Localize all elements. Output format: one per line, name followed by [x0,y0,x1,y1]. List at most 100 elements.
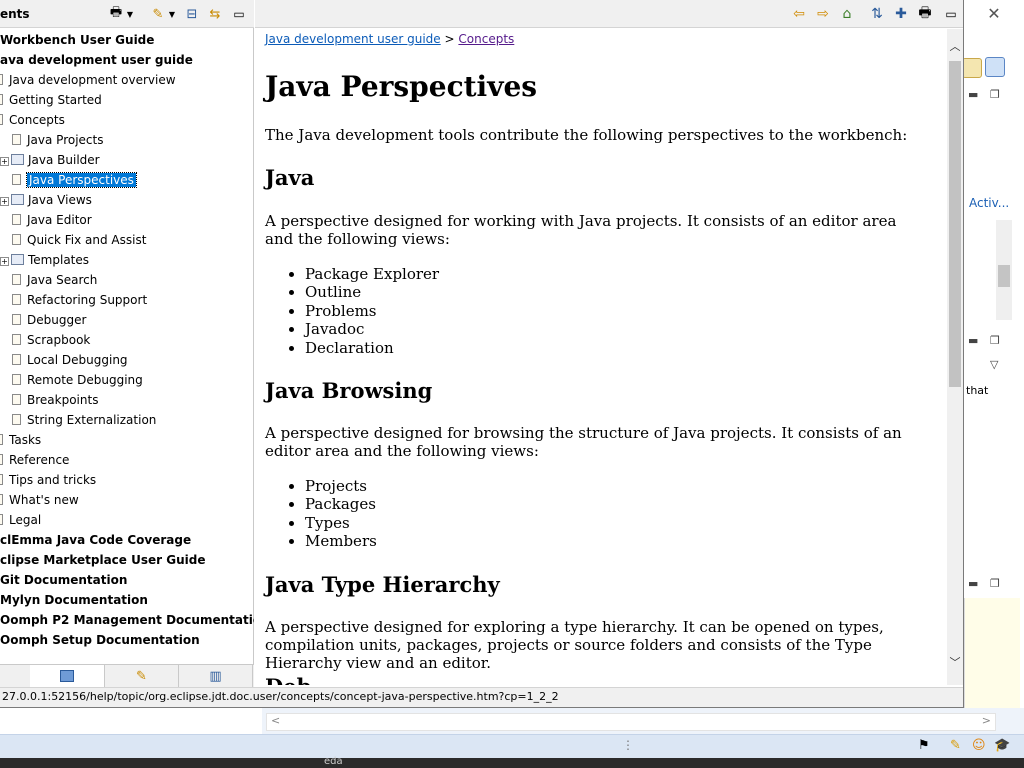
toc-item[interactable]: Quick Fix and Assist [12,231,146,250]
toc-item[interactable]: Oomph P2 Management Documentation [0,611,254,630]
maximize-icon[interactable]: ❐ [990,334,1000,347]
dropdown-icon[interactable]: ▼ [162,5,182,23]
toc-item[interactable]: Breakpoints [12,391,98,410]
toc-item[interactable]: Tasks [0,431,41,450]
topic-icon [12,134,21,145]
learn-icon[interactable]: 🎓 [994,738,1010,753]
scroll-right-icon[interactable]: > [982,714,991,727]
toc-item[interactable]: Reference [0,451,69,470]
toc-item[interactable]: Mylyn Documentation [0,591,148,610]
index-tab-icon: ✎ [136,668,147,684]
toc-item-label: clipse Marketplace User Guide [0,553,206,567]
minimize-icon[interactable]: ▬ [968,88,978,101]
tab-index[interactable]: ✎ [105,665,179,687]
toc-item[interactable]: Java Perspectives [12,171,137,190]
toc-item-label: Java Search [27,273,98,287]
notification-icon[interactable]: ⚑ [918,738,930,753]
browsing-views-list: Projects Packages Types Members [305,477,377,551]
toc-item[interactable]: Java Projects [12,131,103,150]
toc-item[interactable]: + Java Views [0,191,92,210]
expand-icon[interactable]: + [0,157,9,166]
topic-icon [12,214,21,225]
expand-icon[interactable]: + [0,257,9,266]
maximize-icon[interactable]: ▭ [229,5,249,23]
content-toolbar: ⇦ ⇨ ⌂ ⇅ ✚ 🖶 ▭ [255,0,963,28]
close-icon[interactable]: ✕ [984,4,1004,24]
toc-item[interactable]: clipse Marketplace User Guide [0,551,205,570]
taskbar-item[interactable]: eda [324,756,343,767]
content-scrollbar-thumb[interactable] [949,61,961,387]
workbench-status-bar: ⋮ ⚑ ✎ ☺ 🎓 [0,734,1024,758]
toc-item[interactable]: Oomph Setup Documentation [0,631,200,650]
intro-paragraph: The Java development tools contribute th… [265,126,908,144]
content-scrollbar[interactable]: ︿ ﹀ [947,29,963,685]
maximize-icon[interactable]: ❐ [990,88,1000,101]
scroll-left-icon[interactable]: < [271,714,280,727]
forward-arrow-icon[interactable]: ⇨ [813,5,833,23]
collapse-all-icon[interactable]: ⊟ [182,5,202,23]
topic-icon [0,474,3,485]
activity-link[interactable]: Activ... [969,196,1009,210]
link-with-contents-icon[interactable]: ⇆ [205,5,225,23]
list-item: Packages [305,495,377,513]
home-icon[interactable]: ⌂ [837,5,857,23]
toc-item[interactable]: Debugger [12,311,86,330]
show-in-toc-icon[interactable]: ⇅ [867,5,887,23]
minimize-icon[interactable]: ▬ [968,577,978,590]
toc-item[interactable]: Local Debugging [12,351,128,370]
list-item: Problems [305,302,439,320]
status-url: 27.0.0.1:52156/help/topic/org.eclipse.jd… [0,687,963,707]
toc-item[interactable]: Remote Debugging [12,371,143,390]
topic-icon [0,454,3,465]
list-item: Types [305,514,377,532]
tab-bookmarks[interactable]: ▥ [179,665,253,687]
topic-icon [0,494,3,505]
topic-icon [0,94,3,105]
toc-item[interactable]: Scrapbook [12,331,90,350]
status-icon[interactable]: ☺ [972,738,986,753]
minimize-icon[interactable]: ▬ [968,334,978,347]
toc-item[interactable]: + Templates [0,251,89,270]
printer-icon[interactable]: 🖶 [915,5,935,23]
tips-icon[interactable]: ✎ [950,738,961,753]
toc-item[interactable]: Java Search [12,271,97,290]
view-menu-icon[interactable]: ▽ [990,358,998,371]
toc-item[interactable]: What's new [0,491,79,510]
java-perspective-icon[interactable] [985,57,1005,77]
open-type-icon[interactable] [962,58,982,78]
toc-item[interactable]: Tips and tricks [0,471,96,490]
maximize-icon[interactable]: ▭ [941,5,961,23]
toc-item[interactable]: ava development user guide [0,51,193,70]
toc-item[interactable]: clEmma Java Code Coverage [0,531,191,550]
list-item: Javadoc [305,320,439,338]
breadcrumb-link-guide[interactable]: Java development user guide [265,32,441,46]
dropdown-icon[interactable]: ▼ [120,5,140,23]
expand-icon[interactable]: + [0,197,9,206]
toc-item-label: Java Perspectives [26,172,137,188]
toc-item[interactable]: Getting Started [0,91,102,110]
tab-contents[interactable] [30,665,105,687]
status-separator: ⋮ [622,738,634,752]
breadcrumb-link-concepts[interactable]: Concepts [458,32,514,46]
topic-icon [0,434,3,445]
toc-item[interactable]: String Externalization [12,411,156,430]
bookmark-add-icon[interactable]: ✚ [891,5,911,23]
toc-item[interactable]: Workbench User Guide [0,31,154,50]
topic-icon [12,234,21,245]
scroll-up-icon[interactable]: ︿ [947,39,963,55]
maximize-icon[interactable]: ❐ [990,577,1000,590]
toc-item[interactable]: + Java Builder [0,151,100,170]
horizontal-scrollbar[interactable]: < > [266,713,996,731]
topic-icon [0,514,3,525]
toc-item[interactable]: Concepts [0,111,65,130]
toc-item[interactable]: Git Documentation [0,571,127,590]
scroll-down-icon[interactable]: ﹀ [947,655,963,671]
background-text: that [966,384,989,397]
toc-item[interactable]: Refactoring Support [12,291,147,310]
book-icon [11,194,24,205]
toc-item[interactable]: Legal [0,511,41,530]
toc-item[interactable]: Java development overview [0,71,176,90]
toc-item[interactable]: Java Editor [12,211,92,230]
background-scrollbar-thumb[interactable] [998,265,1010,287]
back-arrow-icon[interactable]: ⇦ [789,5,809,23]
